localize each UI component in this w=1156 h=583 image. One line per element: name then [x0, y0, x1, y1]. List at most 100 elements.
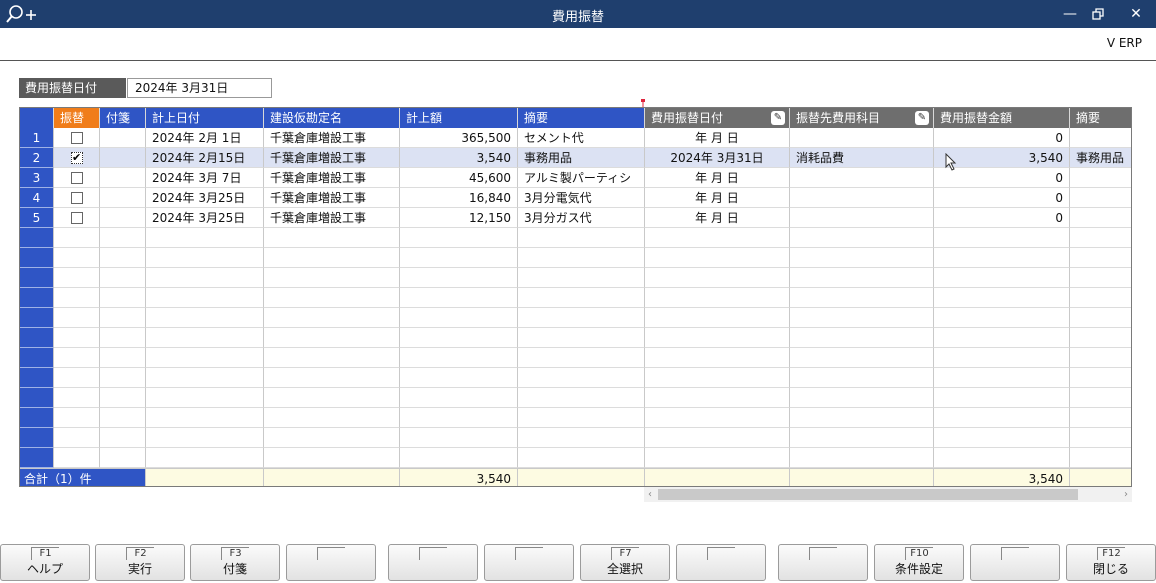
cell-dest-account[interactable]: [790, 208, 934, 228]
empty-cell[interactable]: [1070, 288, 1131, 308]
transfer-checkbox[interactable]: [71, 132, 83, 144]
empty-cell[interactable]: [934, 308, 1070, 328]
cell-amount[interactable]: 365,500: [400, 128, 518, 148]
empty-cell[interactable]: [400, 368, 518, 388]
empty-cell[interactable]: [100, 448, 146, 468]
cell-note[interactable]: [100, 148, 146, 168]
cell-post-date[interactable]: 2024年 3月 7日: [146, 168, 264, 188]
cell-check[interactable]: [54, 208, 100, 228]
row-number[interactable]: [20, 348, 54, 368]
cell-check[interactable]: [54, 168, 100, 188]
transfer-checkbox[interactable]: [71, 192, 83, 204]
empty-cell[interactable]: [400, 328, 518, 348]
cell-memo2[interactable]: [1070, 168, 1131, 188]
cell-transfer-date[interactable]: 年 月 日: [645, 208, 790, 228]
row-number[interactable]: [20, 308, 54, 328]
empty-cell[interactable]: [100, 228, 146, 248]
empty-cell[interactable]: [934, 228, 1070, 248]
empty-cell[interactable]: [518, 408, 645, 428]
cell-memo2[interactable]: [1070, 188, 1131, 208]
empty-cell[interactable]: [400, 428, 518, 448]
row-number[interactable]: 1: [20, 128, 54, 148]
empty-cell[interactable]: [518, 348, 645, 368]
row-number[interactable]: [20, 328, 54, 348]
cell-amount[interactable]: 12,150: [400, 208, 518, 228]
empty-cell[interactable]: [934, 368, 1070, 388]
empty-cell[interactable]: [54, 348, 100, 368]
col-header-account[interactable]: 建設仮勘定名: [264, 108, 400, 128]
empty-cell[interactable]: [934, 448, 1070, 468]
empty-cell[interactable]: [934, 328, 1070, 348]
horizontal-scrollbar[interactable]: ‹ ›: [644, 487, 1132, 502]
empty-cell[interactable]: [1070, 248, 1131, 268]
empty-cell[interactable]: [146, 408, 264, 428]
cell-amount[interactable]: 45,600: [400, 168, 518, 188]
row-number[interactable]: 2: [20, 148, 54, 168]
empty-cell[interactable]: [146, 248, 264, 268]
function-key-6[interactable]: [484, 544, 574, 581]
empty-cell[interactable]: [54, 228, 100, 248]
empty-cell[interactable]: [400, 388, 518, 408]
function-key-5[interactable]: [388, 544, 478, 581]
empty-cell[interactable]: [264, 348, 400, 368]
empty-cell[interactable]: [400, 348, 518, 368]
row-number[interactable]: 4: [20, 188, 54, 208]
empty-cell[interactable]: [934, 388, 1070, 408]
cell-dest-account[interactable]: [790, 128, 934, 148]
empty-cell[interactable]: [790, 328, 934, 348]
empty-cell[interactable]: [146, 448, 264, 468]
empty-cell[interactable]: [54, 428, 100, 448]
empty-cell[interactable]: [790, 288, 934, 308]
empty-cell[interactable]: [400, 288, 518, 308]
cell-transfer-date[interactable]: 年 月 日: [645, 188, 790, 208]
cell-account[interactable]: 千葉倉庫増設工事: [264, 148, 400, 168]
empty-cell[interactable]: [934, 248, 1070, 268]
empty-cell[interactable]: [518, 448, 645, 468]
empty-cell[interactable]: [1070, 368, 1131, 388]
empty-cell[interactable]: [100, 368, 146, 388]
function-key-12[interactable]: F12 閉じる: [1066, 544, 1156, 581]
empty-cell[interactable]: [100, 268, 146, 288]
cell-note[interactable]: [100, 208, 146, 228]
empty-cell[interactable]: [790, 308, 934, 328]
row-number[interactable]: [20, 368, 54, 388]
empty-cell[interactable]: [518, 388, 645, 408]
empty-cell[interactable]: [790, 428, 934, 448]
empty-cell[interactable]: [645, 408, 790, 428]
empty-cell[interactable]: [264, 308, 400, 328]
empty-cell[interactable]: [264, 228, 400, 248]
empty-cell[interactable]: [518, 368, 645, 388]
empty-cell[interactable]: [790, 408, 934, 428]
empty-cell[interactable]: [790, 248, 934, 268]
empty-cell[interactable]: [146, 228, 264, 248]
empty-cell[interactable]: [1070, 388, 1131, 408]
cell-post-date[interactable]: 2024年 2月 1日: [146, 128, 264, 148]
empty-cell[interactable]: [400, 268, 518, 288]
cell-dest-account[interactable]: 消耗品費: [790, 148, 934, 168]
cell-note[interactable]: [100, 128, 146, 148]
cell-check[interactable]: [54, 188, 100, 208]
empty-cell[interactable]: [1070, 448, 1131, 468]
empty-cell[interactable]: [100, 388, 146, 408]
cell-memo[interactable]: 3月分電気代: [518, 188, 645, 208]
empty-cell[interactable]: [264, 328, 400, 348]
empty-cell[interactable]: [934, 268, 1070, 288]
cell-dest-account[interactable]: [790, 188, 934, 208]
empty-cell[interactable]: [54, 448, 100, 468]
function-key-8[interactable]: [676, 544, 766, 581]
row-number[interactable]: [20, 408, 54, 428]
empty-cell[interactable]: [645, 448, 790, 468]
row-number[interactable]: [20, 228, 54, 248]
scroll-right-icon[interactable]: ›: [1120, 487, 1132, 502]
cell-transfer-amount[interactable]: 0: [934, 128, 1070, 148]
empty-cell[interactable]: [264, 248, 400, 268]
cell-post-date[interactable]: 2024年 3月25日: [146, 208, 264, 228]
empty-cell[interactable]: [264, 288, 400, 308]
empty-cell[interactable]: [645, 388, 790, 408]
col-header-memo2[interactable]: 摘要: [1070, 108, 1131, 128]
cell-memo2[interactable]: 事務用品: [1070, 148, 1131, 168]
transfer-checkbox[interactable]: [71, 148, 83, 167]
empty-cell[interactable]: [934, 348, 1070, 368]
empty-cell[interactable]: [54, 288, 100, 308]
empty-cell[interactable]: [1070, 328, 1131, 348]
